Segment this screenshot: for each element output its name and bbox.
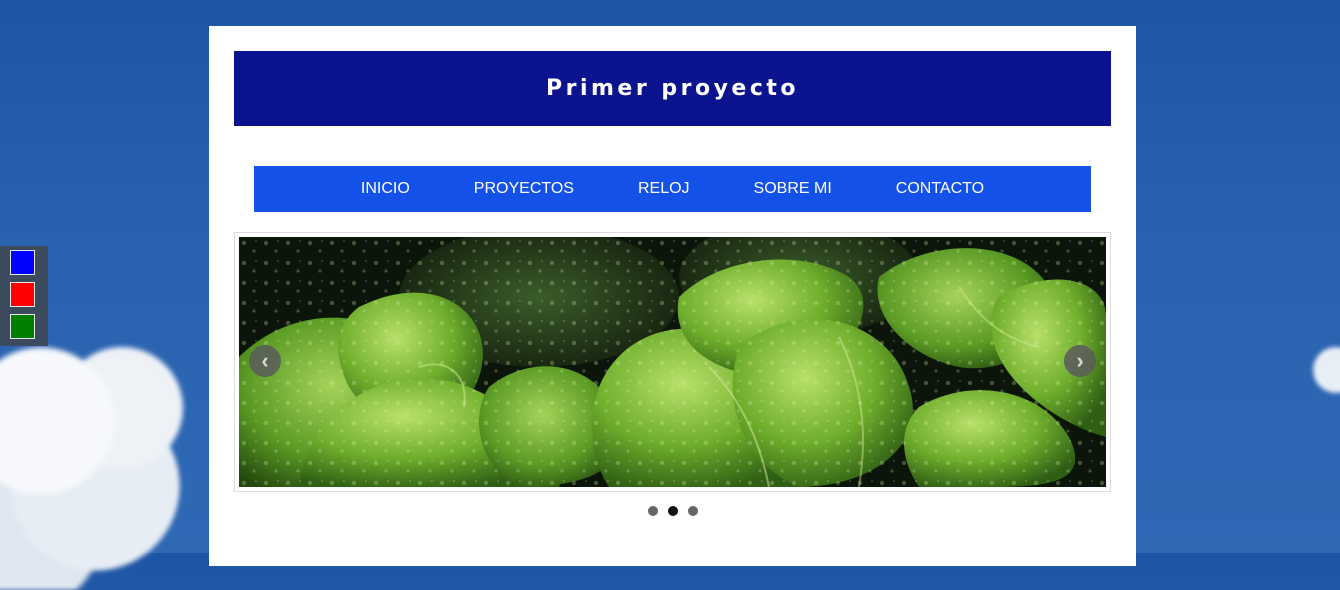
slider-prev-button[interactable]: ‹ [249, 345, 281, 377]
slider-dots [209, 506, 1136, 516]
slider-next-button[interactable]: › [1064, 345, 1096, 377]
theme-switcher [0, 246, 48, 346]
theme-swatch-green[interactable] [10, 314, 35, 339]
site-title: Primer proyecto [545, 76, 799, 101]
slider-dot[interactable] [687, 506, 698, 516]
cloud-left [0, 330, 230, 590]
theme-swatch-red[interactable] [10, 282, 35, 307]
nav-item-inicio[interactable]: INICIO [361, 180, 410, 198]
slider-dot[interactable] [647, 506, 658, 516]
nav-item-sobre-mi[interactable]: SOBRE MI [754, 180, 832, 198]
page-container: Primer proyecto INICIO PROYECTOS RELOJ S… [209, 26, 1136, 566]
chevron-left-icon: ‹ [261, 348, 269, 373]
slide-image-leaves [239, 237, 1106, 487]
chevron-right-icon: › [1076, 348, 1084, 373]
site-header: Primer proyecto [234, 51, 1111, 126]
slider-dot-active[interactable] [667, 506, 678, 516]
theme-swatch-blue[interactable] [10, 250, 35, 275]
image-slider: ‹ › [234, 232, 1111, 492]
nav-item-proyectos[interactable]: PROYECTOS [474, 180, 574, 198]
nav-item-contacto[interactable]: CONTACTO [896, 180, 984, 198]
cloud-right [1300, 330, 1340, 410]
nav-item-reloj[interactable]: RELOJ [638, 180, 690, 198]
main-nav: INICIO PROYECTOS RELOJ SOBRE MI CONTACTO [254, 166, 1091, 212]
